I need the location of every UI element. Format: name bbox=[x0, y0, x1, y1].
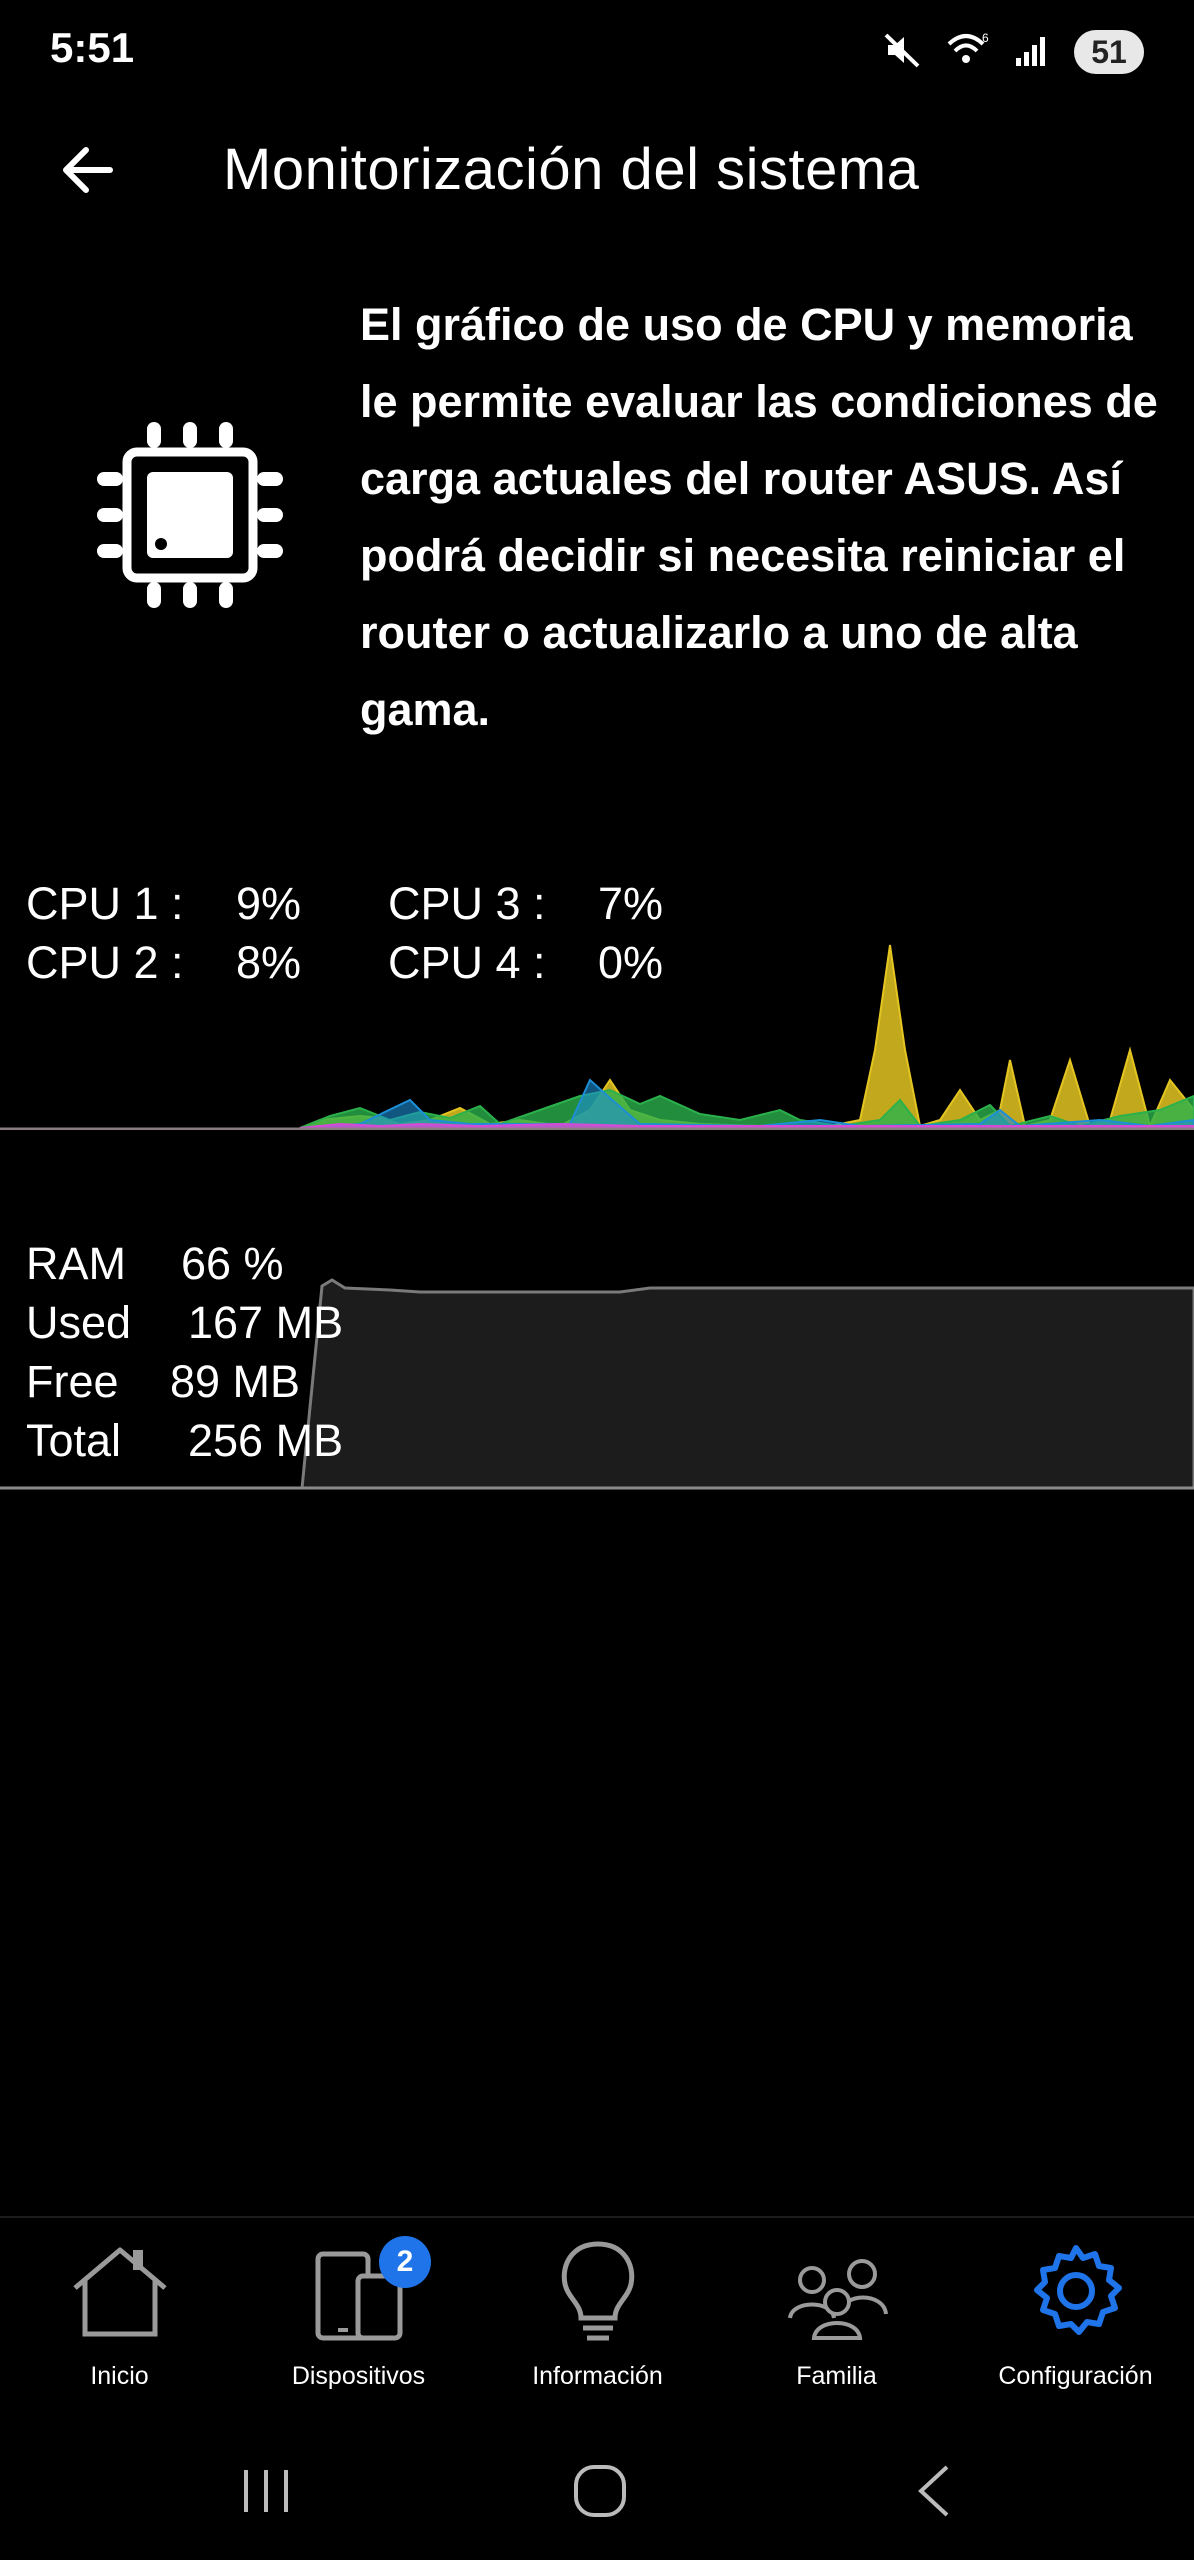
status-icons: 6 51 bbox=[882, 28, 1144, 76]
signal-icon bbox=[1014, 32, 1050, 73]
nav-configuracion[interactable]: Configuración bbox=[956, 2218, 1194, 2418]
home-system-button[interactable] bbox=[560, 2456, 640, 2526]
nav-informacion[interactable]: Información bbox=[478, 2218, 717, 2418]
arrow-left-icon bbox=[63, 147, 113, 193]
total-value: 256 MB bbox=[188, 1415, 344, 1466]
cpu1-graph-area bbox=[299, 944, 1194, 1130]
nav-dispositivos-label: Dispositivos bbox=[291, 2362, 426, 2390]
page-title: Monitorización del sistema bbox=[223, 137, 920, 202]
home-circle-icon bbox=[574, 2465, 626, 2517]
free-label: Free bbox=[26, 1356, 119, 1407]
bottom-navigation: Inicio 2 Dispositivos Información Famili… bbox=[0, 2216, 1194, 2418]
nav-informacion-label: Información bbox=[532, 2362, 663, 2390]
total-label: Total bbox=[26, 1415, 122, 1466]
battery-indicator: 51 bbox=[1074, 30, 1144, 74]
cpu-usage-graph bbox=[0, 920, 1194, 1131]
mute-icon bbox=[882, 30, 922, 75]
ram-graph-area bbox=[300, 1278, 1194, 1490]
status-time: 5:51 bbox=[50, 24, 135, 71]
intro-description: El gráfico de uso de CPU y memoria le pe… bbox=[360, 299, 1158, 735]
family-icon bbox=[782, 2236, 892, 2346]
nav-familia[interactable]: Familia bbox=[717, 2218, 956, 2418]
back-system-button[interactable] bbox=[894, 2456, 974, 2526]
cpu-chip-icon bbox=[95, 420, 285, 610]
ram-value: 66 % bbox=[181, 1238, 284, 1289]
nav-dispositivos[interactable]: 2 Dispositivos bbox=[239, 2218, 478, 2418]
nav-configuracion-label: Configuración bbox=[998, 2362, 1153, 2390]
ram-label: RAM bbox=[26, 1238, 126, 1289]
nav-familia-label: Familia bbox=[796, 2362, 877, 2390]
lightbulb-icon bbox=[543, 2236, 653, 2346]
wifi-icon: 6 bbox=[946, 30, 990, 75]
recent-apps-icon bbox=[244, 2470, 288, 2512]
used-label: Used bbox=[26, 1297, 132, 1348]
ram-usage-graph: RAM 66 % Used 167 MB Free 89 MB Total 25… bbox=[0, 1238, 1194, 1490]
nav-inicio[interactable]: Inicio bbox=[0, 2218, 239, 2418]
back-button[interactable] bbox=[54, 136, 122, 204]
free-value: 89 MB bbox=[170, 1356, 301, 1407]
chevron-left-icon bbox=[918, 2465, 949, 2517]
wifi-6-label: 6 bbox=[982, 31, 989, 45]
nav-inicio-label: Inicio bbox=[90, 2362, 149, 2390]
used-value: 167 MB bbox=[188, 1297, 344, 1348]
home-icon bbox=[65, 2236, 175, 2346]
gear-icon bbox=[1021, 2236, 1131, 2346]
devices-count-badge: 2 bbox=[379, 2236, 431, 2288]
recent-apps-button[interactable] bbox=[226, 2456, 306, 2526]
